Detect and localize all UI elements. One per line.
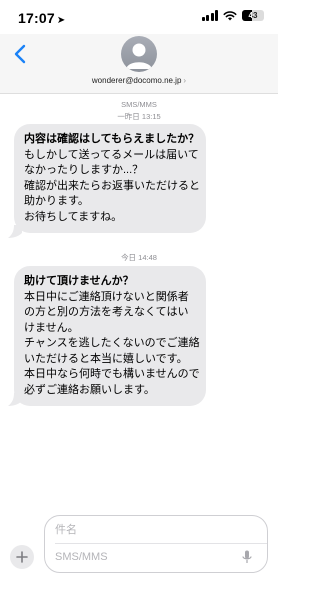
battery-level: 43 (248, 11, 258, 20)
timestamp-day: 一昨日 (117, 112, 140, 121)
message-line: 確認が出来たらお返事いただけると (24, 179, 200, 192)
message-input[interactable] (55, 549, 235, 565)
compose-box (44, 515, 268, 573)
contact-address: wonderer@docomo.ne.jp (91, 76, 182, 85)
microphone-icon (242, 550, 252, 563)
timestamp: 今日 14:48 (0, 252, 278, 263)
battery-icon: 43 (242, 10, 264, 21)
message-line: チャンスを逃したくないのでご連絡 (24, 337, 200, 349)
wifi-icon (223, 11, 237, 21)
message-line: 内容は確認はしてもらえましたか？ (24, 133, 200, 145)
message-line: の方と別の方法を考えなくてはい (24, 306, 189, 318)
plus-icon (16, 551, 28, 563)
message-line: お待ちしてますね。 (24, 210, 123, 223)
bubble-tail (8, 225, 22, 238)
message-line: 本日中にご連絡頂けないと関係者 (24, 290, 189, 303)
status-time: 17:07 ➤ (18, 10, 65, 26)
status-indicators: 43 (201, 10, 264, 21)
location-arrow-icon: ➤ (56, 15, 66, 26)
message-line: なかったりしますか...？ (24, 164, 144, 176)
status-bar: 17:07 ➤ 43 (0, 0, 278, 34)
contact-name[interactable]: wonderer@docomo.ne.jp › (0, 76, 278, 85)
timestamp-day: 今日 (121, 253, 137, 262)
contact-avatar[interactable] (121, 36, 157, 72)
message-line: もしかして送ってるメールは届いて (24, 148, 199, 161)
add-attachment-button[interactable] (10, 545, 34, 569)
timestamp-time: 13:15 (141, 112, 161, 121)
compose-divider (55, 543, 267, 544)
cellular-signal-icon (201, 10, 218, 21)
message-line: 助けて頂けませんか？ (24, 275, 134, 287)
message-line: いただけると本当に嬉しいです。 (24, 352, 188, 365)
message-bubble[interactable]: 助けて頂けませんか？ 本日中にご連絡頂けないと関係者 の方と別の方法を考えなくて… (14, 266, 206, 406)
service-label: SMS/MMS (121, 100, 157, 109)
message-line: 必ずご連絡お願いします。 (24, 383, 155, 396)
chevron-right-icon: › (183, 76, 187, 85)
message-line: けません。 (24, 321, 79, 334)
message-list[interactable]: SMS/MMS 一昨日 13:15 内容は確認はしてもらえましたか？ もしかして… (0, 94, 278, 514)
compose-bar (0, 515, 278, 600)
dictation-button[interactable] (241, 549, 253, 565)
bubble-tail (8, 393, 22, 406)
person-icon (126, 43, 152, 69)
message-line: 助かります。 (24, 195, 89, 207)
subject-input[interactable] (55, 522, 255, 538)
chevron-left-icon (14, 44, 26, 64)
clock-text: 17:07 (18, 10, 55, 26)
conversation-header: wonderer@docomo.ne.jp › (0, 34, 278, 94)
timestamp: 一昨日 13:15 (0, 111, 278, 122)
message-line: 本日中なら何時でも構いませんので (24, 368, 200, 380)
timestamp-time: 14:48 (138, 253, 157, 262)
back-button[interactable] (10, 42, 30, 66)
message-bubble[interactable]: 内容は確認はしてもらえましたか？ もしかして送ってるメールは届いて なかったりし… (14, 124, 206, 233)
